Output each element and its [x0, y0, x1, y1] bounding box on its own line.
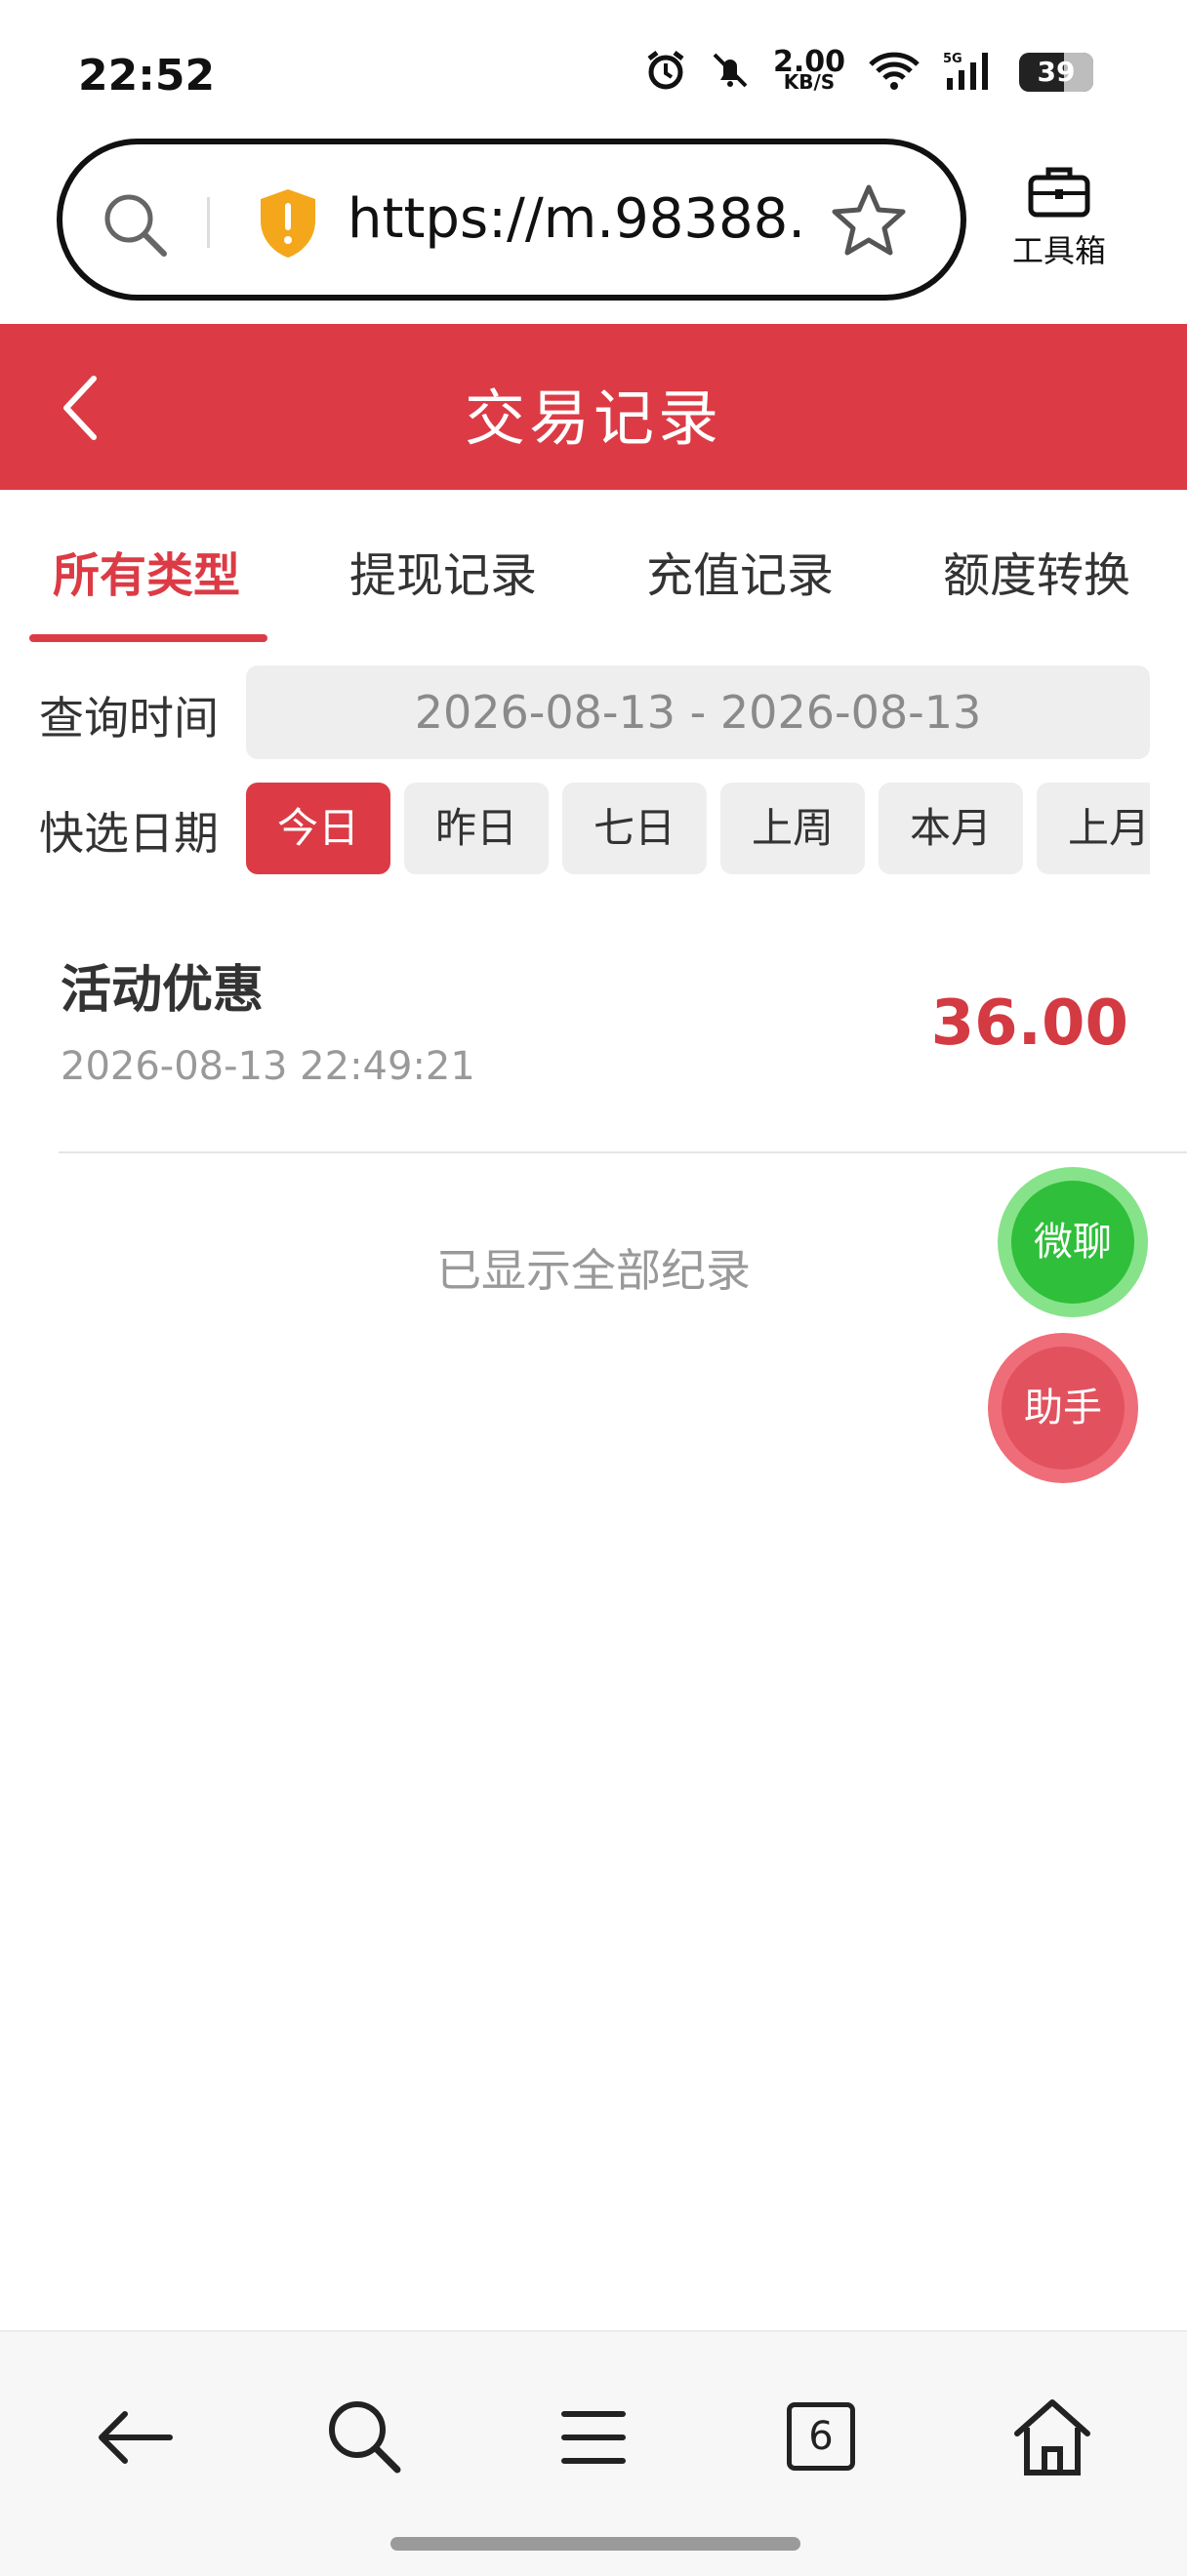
wechat-chat-button[interactable]: 微聊 [998, 1167, 1148, 1317]
tab-withdrawals[interactable]: 提现记录 [349, 537, 537, 605]
record-amount: 36.00 [930, 987, 1128, 1060]
home-icon[interactable] [1003, 2389, 1101, 2486]
page-title: 交易记录 [464, 382, 722, 454]
alarm-icon [644, 49, 687, 96]
assistant-button[interactable]: 助手 [988, 1333, 1138, 1483]
back-arrow-icon[interactable] [86, 2389, 184, 2486]
tab-all-types[interactable]: 所有类型 [53, 537, 240, 605]
cellular-signal-icon: 5G [943, 49, 998, 96]
mute-icon [709, 49, 752, 96]
battery-icon: 39 [1019, 53, 1093, 92]
assistant-label: 助手 [1002, 1347, 1125, 1469]
status-icons: 2.00 KB/S 5G 39 [644, 45, 1093, 96]
search-icon[interactable] [316, 2389, 414, 2486]
svg-text:5G: 5G [943, 52, 962, 66]
tabs-icon[interactable]: 6 [773, 2389, 871, 2486]
chip-last-week[interactable]: 上周 [720, 783, 865, 874]
quick-date-chips: 今日 昨日 七日 上周 本月 上月 [246, 783, 1150, 874]
toolbox-icon [1027, 167, 1091, 222]
record-time: 2026-08-13 22:49:21 [61, 1044, 475, 1089]
net-speed: 2.00 KB/S [772, 45, 845, 94]
divider [59, 1151, 1187, 1153]
chip-seven-days[interactable]: 七日 [562, 783, 707, 874]
url-text[interactable]: https://m.98388... [348, 187, 806, 251]
tab-transfers[interactable]: 额度转换 [943, 537, 1130, 605]
date-range-field[interactable]: 2026-08-13 - 2026-08-13 [246, 665, 1150, 759]
security-warning-icon[interactable] [254, 185, 322, 265]
address-divider [207, 197, 210, 248]
toolbox-button[interactable]: 工具箱 [1005, 164, 1113, 271]
record-type-tabs: 所有类型 提现记录 充值记录 额度转换 [0, 490, 1187, 646]
net-speed-value: 2.00 [772, 45, 845, 79]
home-indicator[interactable] [390, 2537, 800, 2551]
active-tab-indicator [29, 634, 267, 642]
chip-last-month[interactable]: 上月 [1037, 783, 1150, 874]
tab-count: 6 [787, 2402, 855, 2471]
tab-deposits[interactable]: 充值记录 [646, 537, 834, 605]
chip-today[interactable]: 今日 [246, 783, 390, 874]
battery-level: 39 [1037, 56, 1076, 88]
toolbox-label: 工具箱 [1011, 232, 1106, 269]
record-title: 活动优惠 [61, 961, 265, 1020]
wechat-chat-label: 微聊 [1011, 1181, 1134, 1304]
search-icon[interactable] [98, 187, 172, 265]
menu-icon[interactable] [545, 2389, 642, 2486]
query-time-label: 查询时间 [39, 692, 219, 745]
quick-date-label: 快选日期 [39, 807, 219, 860]
status-bar: 22:52 2.00 KB/S 5G 39 [0, 0, 1187, 137]
wifi-icon [867, 49, 921, 96]
page-header: 交易记录 [0, 324, 1187, 490]
chip-yesterday[interactable]: 昨日 [404, 783, 549, 874]
chip-this-month[interactable]: 本月 [879, 783, 1023, 874]
status-time: 22:52 [78, 51, 216, 101]
bookmark-star-icon[interactable] [828, 180, 910, 265]
address-bar[interactable]: https://m.98388... [57, 139, 966, 301]
net-speed-unit: KB/S [783, 70, 836, 94]
